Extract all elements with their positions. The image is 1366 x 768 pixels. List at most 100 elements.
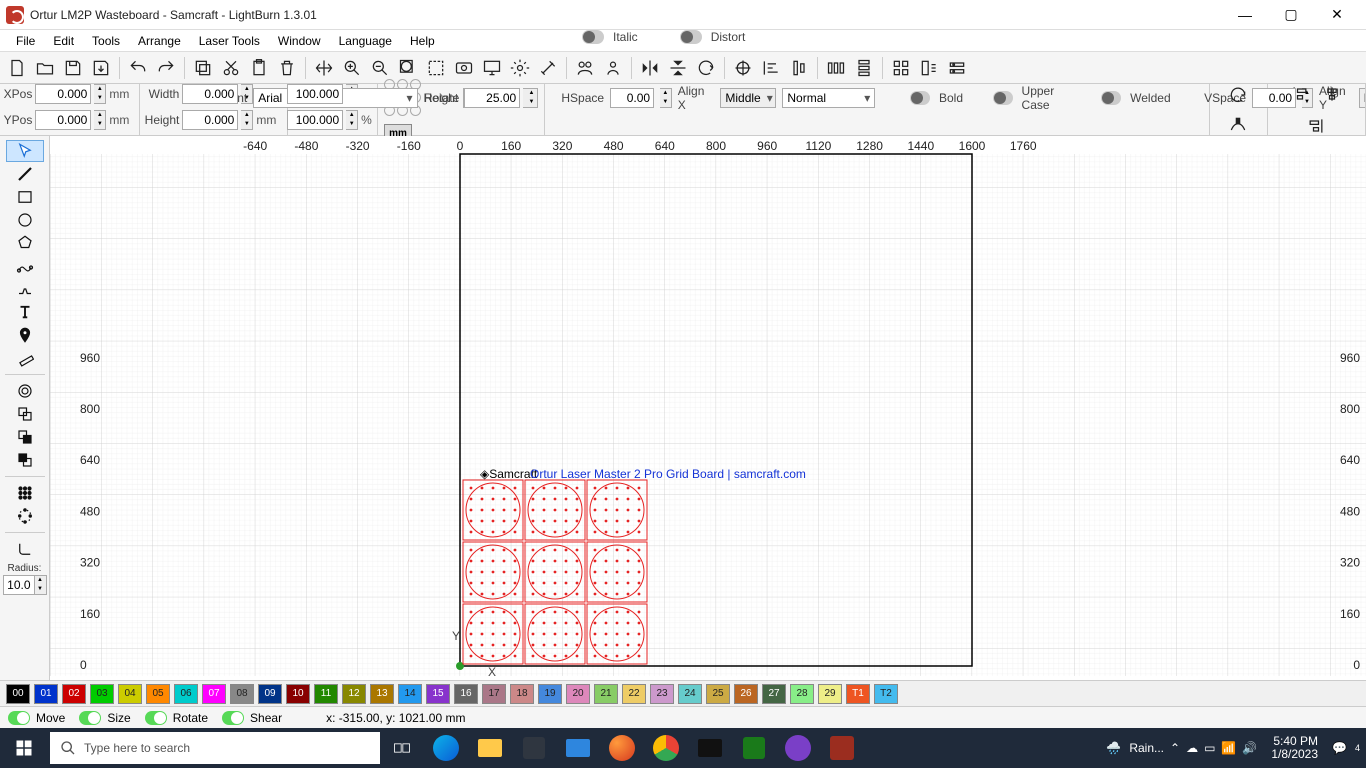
import-icon[interactable] [88,55,114,81]
group-icon[interactable] [572,55,598,81]
menu-edit[interactable]: Edit [45,32,82,50]
swatch-27[interactable]: 27 [762,684,786,704]
save-icon[interactable] [60,55,86,81]
font-height-input[interactable] [464,88,520,108]
menu-arrange[interactable]: Arrange [130,32,189,50]
monitor-icon[interactable] [479,55,505,81]
swatch-26[interactable]: 26 [734,684,758,704]
notification-icon[interactable]: 💬4 [1332,741,1360,755]
frame-icon[interactable] [423,55,449,81]
tray-cloud-icon[interactable]: ☁ [1186,741,1198,755]
weld-tool[interactable] [6,403,44,425]
swatch-01[interactable]: 01 [34,684,58,704]
welded-toggle[interactable] [1101,91,1121,105]
boolean-sub-tool[interactable] [6,449,44,471]
radius-spin[interactable]: ▲▼ [35,575,47,595]
distort-toggle[interactable] [680,30,702,44]
menu-help[interactable]: Help [402,32,443,50]
terminal-icon[interactable] [688,728,732,768]
tray-chevron-icon[interactable]: ⌃ [1170,741,1180,755]
hspace-spin[interactable]: ▲▼ [660,88,672,108]
mail-icon[interactable] [556,728,600,768]
task-view-icon[interactable] [380,728,424,768]
open-icon[interactable] [32,55,58,81]
swatch-07[interactable]: 07 [202,684,226,704]
explorer-icon[interactable] [468,728,512,768]
menu-language[interactable]: Language [331,32,400,50]
swatch-10[interactable]: 10 [286,684,310,704]
hspace-input[interactable] [610,88,654,108]
polygon-tool[interactable] [6,232,44,254]
swatch-29[interactable]: 29 [818,684,842,704]
copy-icon[interactable] [190,55,216,81]
align-left-icon[interactable] [758,55,784,81]
xpos-input[interactable] [35,84,91,104]
cut-icon[interactable] [218,55,244,81]
circular-array-tool[interactable] [6,505,44,527]
edit-nodes-tool[interactable] [6,255,44,277]
rectangle-tool[interactable] [6,186,44,208]
maximize-button[interactable]: ▢ [1268,0,1314,30]
dock-icon[interactable] [916,55,942,81]
draw-line-tool[interactable] [6,163,44,185]
swatch-19[interactable]: 19 [538,684,562,704]
zoom-in-icon[interactable] [339,55,365,81]
tray-battery-icon[interactable]: ▭ [1204,741,1215,755]
preview-icon[interactable] [451,55,477,81]
grid-array-tool[interactable] [6,482,44,504]
align-vert-center-icon[interactable] [1319,81,1345,107]
delete-icon[interactable] [274,55,300,81]
hinges-icon[interactable] [944,55,970,81]
swatch-23[interactable]: 23 [650,684,674,704]
radius-input[interactable] [3,575,35,595]
swatch-28[interactable]: 28 [790,684,814,704]
pan-icon[interactable] [311,55,337,81]
shear-toggle[interactable] [222,711,244,725]
size-toggle[interactable] [79,711,101,725]
swatch-21[interactable]: 21 [594,684,618,704]
swatch-16[interactable]: 16 [454,684,478,704]
swatch-06[interactable]: 06 [174,684,198,704]
swatch-11[interactable]: 11 [314,684,338,704]
start-button[interactable] [0,728,48,768]
upper-toggle[interactable] [993,91,1013,105]
new-icon[interactable] [4,55,30,81]
tray-wifi-icon[interactable]: 📶 [1221,741,1236,755]
align-middle-icon[interactable] [786,55,812,81]
swatch-12[interactable]: 12 [342,684,366,704]
swatch-T1[interactable]: T1 [846,684,870,704]
swatch-03[interactable]: 03 [90,684,114,704]
ypos-spin[interactable]: ▲▼ [94,110,106,130]
scale-y-input[interactable] [287,110,343,130]
tray-volume-icon[interactable]: 🔊 [1242,741,1257,755]
rotate-icon[interactable] [693,55,719,81]
app-green-icon[interactable] [732,728,776,768]
menu-window[interactable]: Window [270,32,329,50]
swatch-15[interactable]: 15 [426,684,450,704]
ungroup-icon[interactable] [600,55,626,81]
app-purple-icon[interactable] [776,728,820,768]
bend-text-icon[interactable] [1225,112,1251,138]
distribute-h-icon[interactable] [823,55,849,81]
swatch-00[interactable]: 00 [6,684,30,704]
text-tool[interactable] [6,301,44,323]
redo-icon[interactable] [153,55,179,81]
menu-tools[interactable]: Tools [84,32,128,50]
swatch-14[interactable]: 14 [398,684,422,704]
taskbar-search[interactable]: Type here to search [50,732,380,764]
menu-laser-tools[interactable]: Laser Tools [191,32,268,50]
array-tool-icon[interactable] [888,55,914,81]
canvas[interactable]: X Y ◈Samcraft Ortur Laser Master 2 Pro G… [50,136,1366,680]
swatch-05[interactable]: 05 [146,684,170,704]
ypos-input[interactable] [35,110,91,130]
measure-tool[interactable] [6,347,44,369]
swatch-09[interactable]: 09 [258,684,282,704]
swatch-24[interactable]: 24 [678,684,702,704]
ellipse-tool[interactable] [6,209,44,231]
menu-file[interactable]: File [8,32,43,50]
vspace-input[interactable] [1252,88,1296,108]
chrome-icon[interactable] [644,728,688,768]
store-icon[interactable] [512,728,556,768]
swatch-04[interactable]: 04 [118,684,142,704]
font-height-spin[interactable]: ▲▼ [526,88,538,108]
